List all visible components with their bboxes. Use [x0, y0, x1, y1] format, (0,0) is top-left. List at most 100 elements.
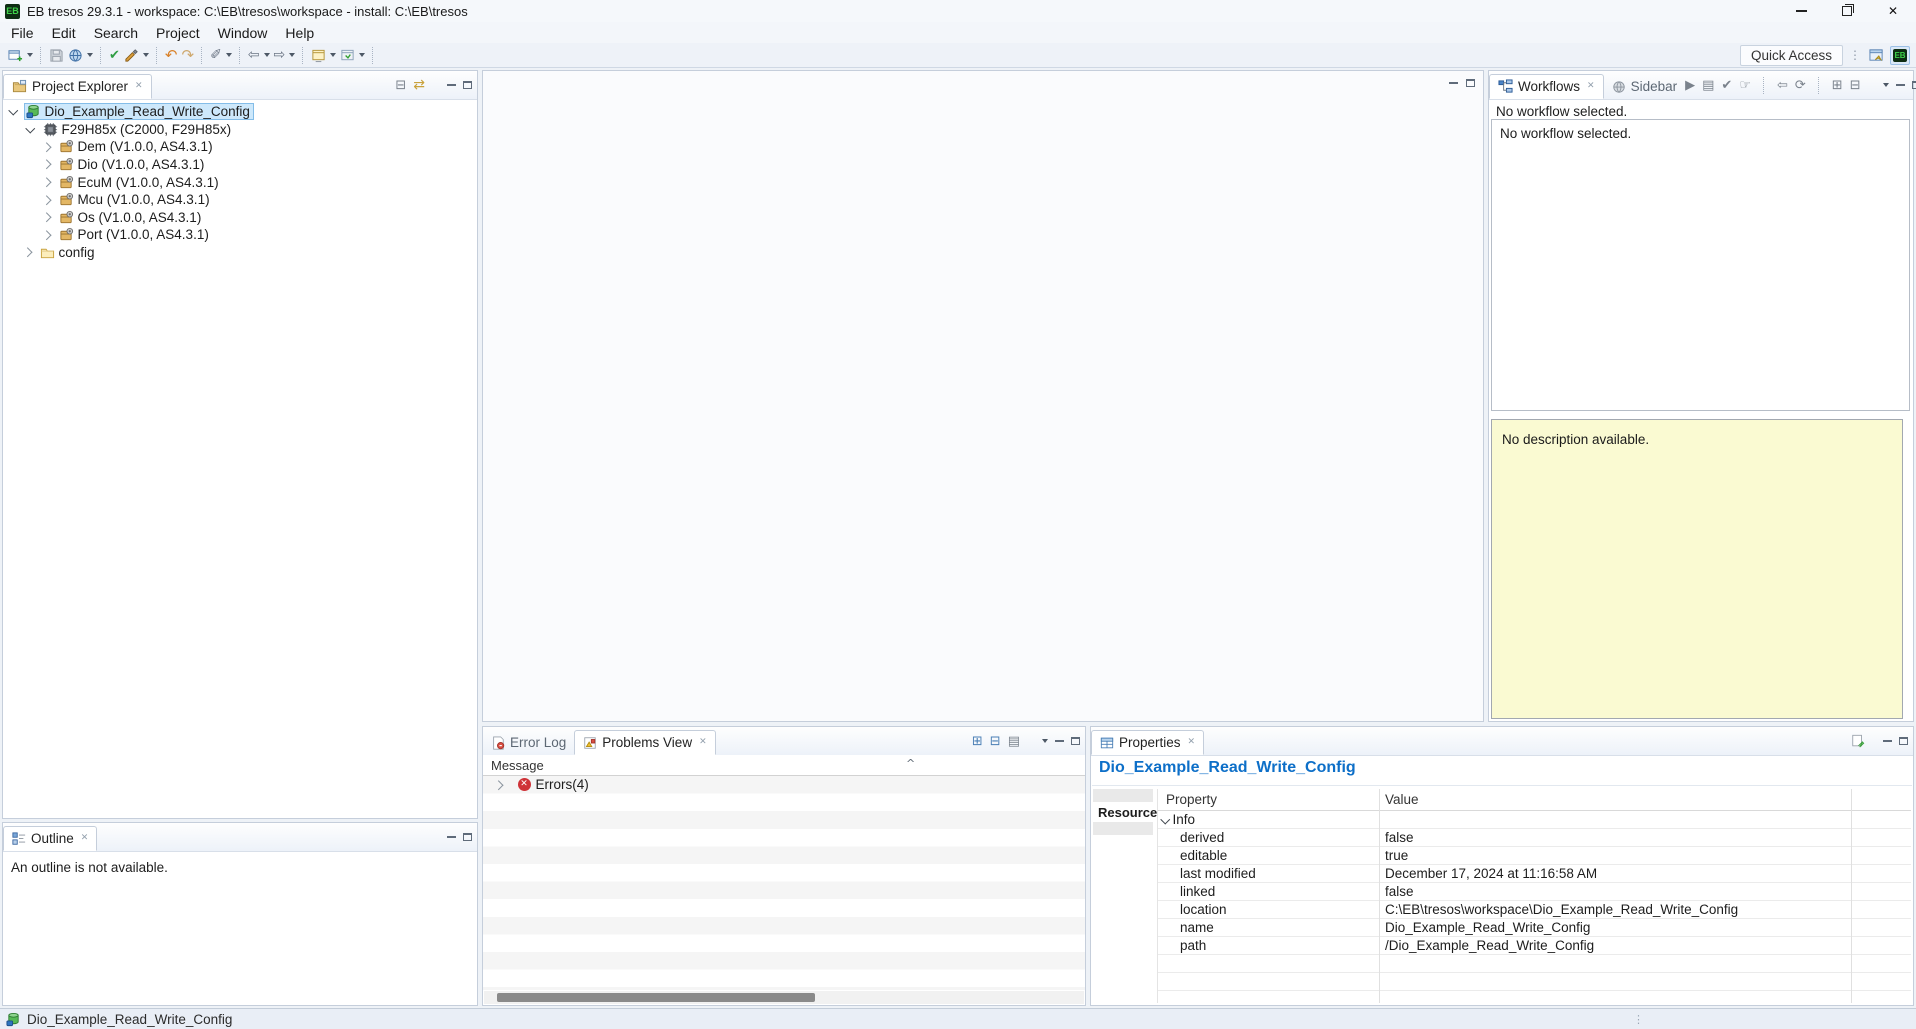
tresos-perspective-button[interactable]: EB [1890, 46, 1910, 65]
update-dropdown-arrow[interactable] [87, 53, 93, 57]
restart-workflow-icon[interactable]: ⟳ [1795, 79, 1806, 92]
run-workflow-icon[interactable]: ▶ [1685, 79, 1695, 92]
column-divider[interactable] [1379, 789, 1380, 1003]
maximize-view-icon[interactable] [463, 81, 472, 89]
selected-tree-item[interactable]: Dio_Example_Read_Write_Config [24, 103, 254, 120]
errors-group-row[interactable]: ✕ Errors(4) [483, 776, 1085, 794]
minimize-view-icon[interactable] [1896, 84, 1905, 86]
tree-item-project-root[interactable]: Dio_Example_Read_Write_Config [3, 103, 477, 121]
info-group-row[interactable]: Info [1158, 811, 1911, 829]
table-row[interactable]: name Dio_Example_Read_Write_Config [1158, 919, 1911, 937]
chevron-right-icon[interactable] [494, 780, 503, 789]
view-menu-icon[interactable] [1042, 739, 1048, 743]
tab-sidebar[interactable]: Sidebar [1604, 74, 1686, 99]
close-icon[interactable]: ✕ [1587, 82, 1595, 91]
menu-edit[interactable]: Edit [43, 23, 85, 43]
chevron-right-icon[interactable] [42, 142, 51, 151]
tree-item[interactable]: EcuM (V1.0.0, AS4.3.1) [57, 174, 223, 191]
next-annotation-button[interactable] [340, 48, 365, 63]
tree-item[interactable]: Port (V1.0.0, AS4.3.1) [57, 226, 213, 243]
maximize-view-icon[interactable] [1899, 737, 1908, 745]
back-button[interactable]: ⇦ [248, 48, 270, 62]
side-tab-resource[interactable]: Resource [1093, 802, 1153, 822]
chevron-right-icon[interactable] [42, 213, 51, 222]
generate-button[interactable] [124, 48, 149, 63]
new-project-button[interactable] [8, 48, 33, 63]
chevron-right-icon[interactable] [42, 160, 51, 169]
tree-item-module-mcu[interactable]: Mcu (V1.0.0, AS4.3.1) [3, 191, 477, 209]
tab-properties[interactable]: Properties ✕ [1091, 730, 1204, 755]
close-icon[interactable]: ✕ [1188, 738, 1196, 747]
tree-item[interactable]: config [38, 244, 99, 261]
tree-item[interactable]: Os (V1.0.0, AS4.3.1) [57, 209, 206, 226]
expand-all-icon[interactable]: ⊞ [972, 735, 983, 748]
redo-button[interactable]: ↷ [181, 48, 194, 63]
chevron-right-icon[interactable] [23, 248, 32, 257]
chevron-right-icon[interactable] [42, 178, 51, 187]
minimize-view-icon[interactable] [1055, 740, 1064, 742]
previous-step-icon[interactable]: ⇦ [1777, 79, 1788, 92]
chevron-down-icon[interactable] [26, 123, 35, 132]
filter-icon[interactable]: ▤ [1008, 735, 1020, 748]
tree-item[interactable]: Dem (V1.0.0, AS4.3.1) [57, 138, 217, 155]
new-dropdown-arrow[interactable] [27, 53, 33, 57]
last-edit-location-button[interactable] [311, 48, 336, 63]
menu-project[interactable]: Project [147, 23, 209, 43]
tree-item-config-folder[interactable]: config [3, 244, 477, 262]
maximize-editor-icon[interactable] [1466, 79, 1475, 87]
open-documentation-icon[interactable]: ▤ [1702, 79, 1714, 92]
tree-item[interactable]: Dio (V1.0.0, AS4.3.1) [57, 156, 209, 173]
table-row[interactable]: location C:\EB\tresos\workspace\Dio_Exam… [1158, 901, 1911, 919]
pointer-step-icon[interactable]: ☞ [1739, 79, 1751, 92]
message-column-header[interactable]: Message ^ [483, 755, 1085, 776]
generate-dropdown-arrow[interactable] [143, 53, 149, 57]
close-icon[interactable]: ✕ [699, 738, 707, 747]
minimize-view-icon[interactable] [447, 836, 456, 838]
chevron-down-icon[interactable] [1161, 815, 1170, 824]
editor-area[interactable] [482, 70, 1484, 722]
table-row[interactable]: linked false [1158, 883, 1911, 901]
window-close-button[interactable]: ✕ [1870, 0, 1916, 22]
next-annotation-dropdown-arrow[interactable] [359, 53, 365, 57]
menu-file[interactable]: File [2, 23, 43, 43]
minimize-view-icon[interactable] [1883, 740, 1892, 742]
tab-workflows[interactable]: Workflows ✕ [1489, 74, 1604, 99]
collapse-all-icon[interactable]: ⊟ [990, 735, 1001, 748]
workflow-list[interactable]: No workflow selected. [1491, 119, 1910, 411]
collapse-all-icon[interactable]: ⊟ [1850, 79, 1861, 92]
table-row[interactable]: derived false [1158, 829, 1911, 847]
edit-mode-dropdown-arrow[interactable] [226, 53, 232, 57]
quick-access-button[interactable]: Quick Access [1740, 45, 1843, 66]
menu-search[interactable]: Search [85, 23, 147, 43]
undo-button[interactable]: ↶ [165, 48, 178, 63]
menu-window[interactable]: Window [209, 23, 277, 43]
pin-properties-button[interactable] [1851, 734, 1865, 748]
window-minimize-button[interactable] [1778, 0, 1824, 22]
scrollbar-thumb[interactable] [497, 993, 815, 1002]
tab-error-log[interactable]: Error Log [483, 730, 574, 755]
forward-dropdown-arrow[interactable] [289, 53, 295, 57]
edit-mode-button[interactable]: ✐ [210, 48, 232, 62]
tree-item-module-os[interactable]: Os (V1.0.0, AS4.3.1) [3, 209, 477, 227]
link-with-editor-icon[interactable]: ⇄ [413, 78, 425, 92]
table-row[interactable]: editable true [1158, 847, 1911, 865]
maximize-view-icon[interactable] [1071, 737, 1080, 745]
tab-project-explorer[interactable]: Project Explorer ✕ [3, 74, 152, 99]
maximize-view-icon[interactable] [463, 833, 472, 841]
close-icon[interactable]: ✕ [81, 834, 89, 843]
open-perspective-button[interactable] [1869, 48, 1884, 63]
tree-item[interactable]: F29H85x (C2000, F29H85x) [41, 121, 236, 138]
back-dropdown-arrow[interactable] [264, 53, 270, 57]
chevron-down-icon[interactable] [9, 106, 18, 115]
complete-step-icon[interactable]: ✔ [1721, 79, 1732, 92]
verify-button[interactable]: ✔ [109, 49, 120, 62]
collapse-all-icon[interactable]: ⊟ [395, 79, 406, 92]
window-restore-button[interactable] [1824, 0, 1870, 22]
chevron-right-icon[interactable] [42, 230, 51, 239]
save-button[interactable] [49, 48, 64, 63]
tree-item-module-ecum[interactable]: EcuM (V1.0.0, AS4.3.1) [3, 173, 477, 191]
column-header-value[interactable]: Value [1385, 792, 1419, 807]
tree-item[interactable]: Mcu (V1.0.0, AS4.3.1) [57, 191, 214, 208]
tree-item-module-dem[interactable]: Dem (V1.0.0, AS4.3.1) [3, 138, 477, 156]
tree-item-target[interactable]: F29H85x (C2000, F29H85x) [3, 121, 477, 139]
